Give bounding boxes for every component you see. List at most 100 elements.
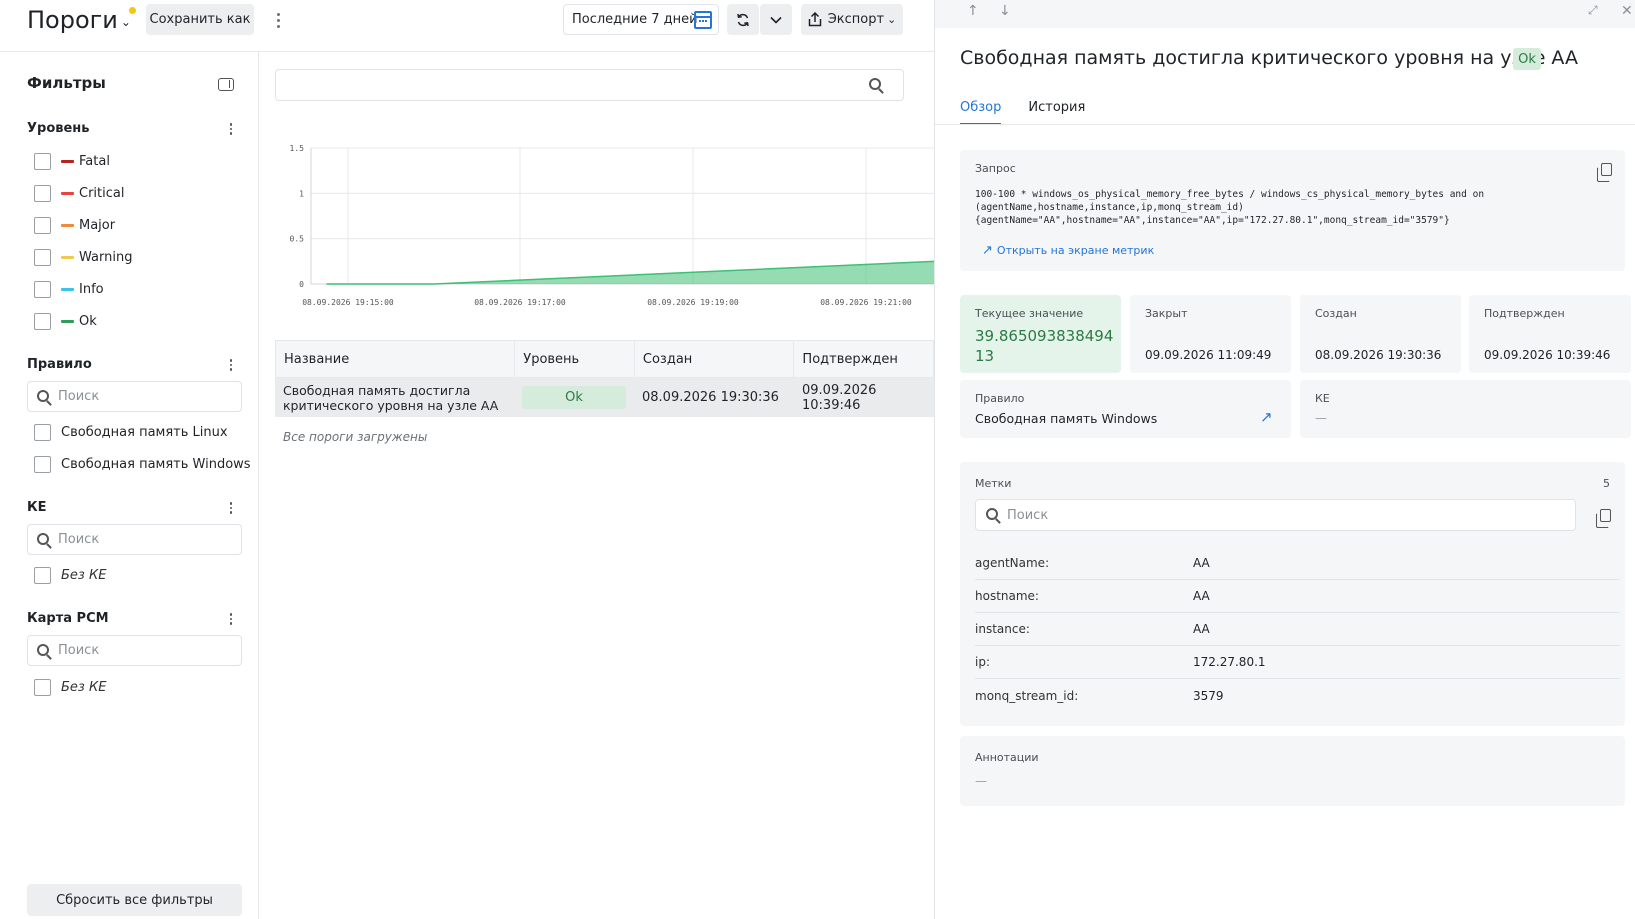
query-line: (agentName,hostname,instance,ip,monq_str… (975, 202, 1244, 213)
checkbox[interactable] (34, 678, 51, 696)
label-key: instance: (975, 622, 1030, 636)
level-option-major[interactable]: Major (34, 215, 115, 235)
open-metrics-link[interactable]: ↗ Открыть на экране метрик (982, 243, 1154, 258)
level-menu-icon[interactable] (226, 122, 236, 136)
tab-overview[interactable]: Обзор (960, 100, 1002, 125)
level-option-label: Warning (79, 249, 133, 265)
ke-search-input[interactable]: Поиск (27, 524, 242, 555)
level-option-warning[interactable]: Warning (34, 247, 132, 267)
metric-chart: 1.5 1 0.5 0 08.09.2026 19:15:00 08.09.2026 19… (290, 144, 934, 307)
page-title-dropdown[interactable]: Пороги ⌄ (27, 5, 131, 35)
rsm-search-input[interactable]: Поиск (27, 635, 242, 666)
column-header-confirmed[interactable]: Подтвержден (793, 341, 933, 377)
ke-card: КЕ — (1300, 380, 1631, 438)
tab-history[interactable]: История (1028, 100, 1085, 125)
current-value: 39.865093838494 13 (975, 326, 1113, 366)
rule-search-input[interactable]: Поиск (27, 381, 242, 412)
checkbox[interactable] (34, 184, 51, 202)
rule-card: Правило Свободная память Windows ↗ (960, 380, 1291, 438)
collapse-panel-icon[interactable] (218, 78, 234, 91)
top-bar: Пороги ⌄ Сохранить как Последние 7 дней (0, 0, 934, 52)
export-icon (808, 12, 821, 27)
x-tick-label: 08.09.2026 19:19:00 (647, 298, 739, 307)
ke-filter-title: КЕ (27, 500, 47, 515)
column-header-level[interactable]: Уровень (514, 341, 634, 377)
checkbox[interactable] (34, 312, 51, 330)
label-row: hostname: AA (975, 580, 1620, 613)
level-option-label: Critical (79, 185, 125, 201)
label-row: monq_stream_id: 3579 (975, 679, 1620, 712)
ke-option-none[interactable]: Без КЕ (34, 565, 106, 585)
app-root: Пороги ⌄ Сохранить как Последние 7 дней (0, 0, 1635, 919)
arrow-down-icon[interactable]: ↓ (999, 3, 1011, 19)
main-search-input[interactable] (275, 69, 904, 101)
current-value-label: Текущее значение (975, 307, 1084, 320)
copy-icon[interactable] (1597, 163, 1612, 182)
label-row: instance: AA (975, 613, 1620, 646)
refresh-options-button[interactable] (760, 4, 792, 35)
details-title: Свободная память достигла критического у… (960, 47, 1578, 69)
more-menu-icon[interactable] (272, 10, 284, 30)
rule-menu-icon[interactable] (226, 358, 236, 372)
save-as-button[interactable]: Сохранить как (146, 4, 254, 35)
chevron-down-icon: ⌄ (887, 13, 897, 26)
column-header-name[interactable]: Название (276, 341, 514, 377)
ke-search-placeholder: Поиск (58, 532, 100, 547)
filters-sidebar: Фильтры Уровень Fatal Critical Major War… (0, 52, 259, 919)
reset-filters-button[interactable]: Сбросить все фильтры (27, 884, 242, 916)
external-link-icon: ↗ (982, 243, 993, 258)
annotations-card: Аннотации — (960, 736, 1625, 806)
checkbox[interactable] (34, 280, 51, 298)
search-icon (37, 533, 49, 545)
rsm-filter-title: Карта РСМ (27, 611, 109, 626)
annotations-value: — (975, 774, 987, 788)
checkbox[interactable] (34, 216, 51, 234)
level-option-critical[interactable]: Critical (34, 183, 124, 203)
rule-filter-title: Правило (27, 357, 92, 372)
close-icon[interactable]: ✕ (1621, 3, 1633, 19)
rule-option-linux[interactable]: Свободная память Linux (34, 422, 228, 442)
level-color-marker (61, 255, 74, 259)
label-value: 3579 (1193, 688, 1224, 703)
ke-menu-icon[interactable] (226, 501, 236, 515)
copy-icon[interactable] (1596, 509, 1611, 528)
labels-card: Метки 5 Поиск agentName: AA hostname: AA… (960, 462, 1625, 726)
checkbox[interactable] (34, 455, 51, 473)
checkbox[interactable] (34, 248, 51, 266)
table-header: Название Уровень Создан Подтвержден (275, 340, 934, 378)
search-icon[interactable] (869, 78, 881, 90)
rsm-option-none[interactable]: Без КЕ (34, 677, 106, 697)
checkbox[interactable] (34, 152, 51, 170)
column-header-created[interactable]: Создан (633, 341, 794, 377)
label-key: hostname: (975, 589, 1039, 603)
rule-option-windows[interactable]: Свободная память Windows (34, 454, 251, 474)
query-line: 100-100 * windows_os_physical_memory_fre… (975, 189, 1485, 200)
table-row[interactable]: Свободная память достигла критического у… (275, 378, 934, 417)
refresh-button[interactable] (727, 4, 759, 35)
checkbox[interactable] (34, 566, 51, 584)
details-panel: ↑ ↓ ⤢ ✕ Свободная память достигла критич… (934, 0, 1635, 919)
closed-value: 09.09.2026 11:09:49 (1145, 348, 1272, 362)
checkbox[interactable] (34, 423, 51, 441)
arrow-up-icon[interactable]: ↑ (967, 3, 979, 19)
filters-title: Фильтры (27, 74, 106, 92)
period-selector[interactable]: Последние 7 дней (563, 4, 719, 35)
calendar-icon[interactable] (694, 11, 712, 29)
label-key: ip: (975, 655, 990, 669)
labels-search-input[interactable]: Поиск (975, 499, 1576, 531)
level-option-fatal[interactable]: Fatal (34, 151, 110, 171)
level-option-info[interactable]: Info (34, 279, 104, 299)
search-icon (37, 644, 49, 656)
expand-icon[interactable]: ⤢ (1588, 3, 1598, 18)
rsm-menu-icon[interactable] (226, 612, 236, 626)
status-badge: Ok (522, 386, 626, 409)
label-value: AA (1193, 589, 1210, 603)
open-rule-icon[interactable]: ↗ (1260, 408, 1273, 426)
level-option-ok[interactable]: Ok (34, 311, 97, 331)
confirmed-label: Подтвержден (1484, 307, 1565, 320)
details-toolbar: ↑ ↓ ⤢ ✕ (935, 0, 1635, 28)
export-button[interactable]: Экспорт ⌄ (801, 4, 903, 35)
thresholds-table: Название Уровень Создан Подтвержден Своб… (275, 340, 934, 417)
status-badge: Ok (1513, 48, 1541, 70)
level-color-marker (61, 319, 74, 323)
